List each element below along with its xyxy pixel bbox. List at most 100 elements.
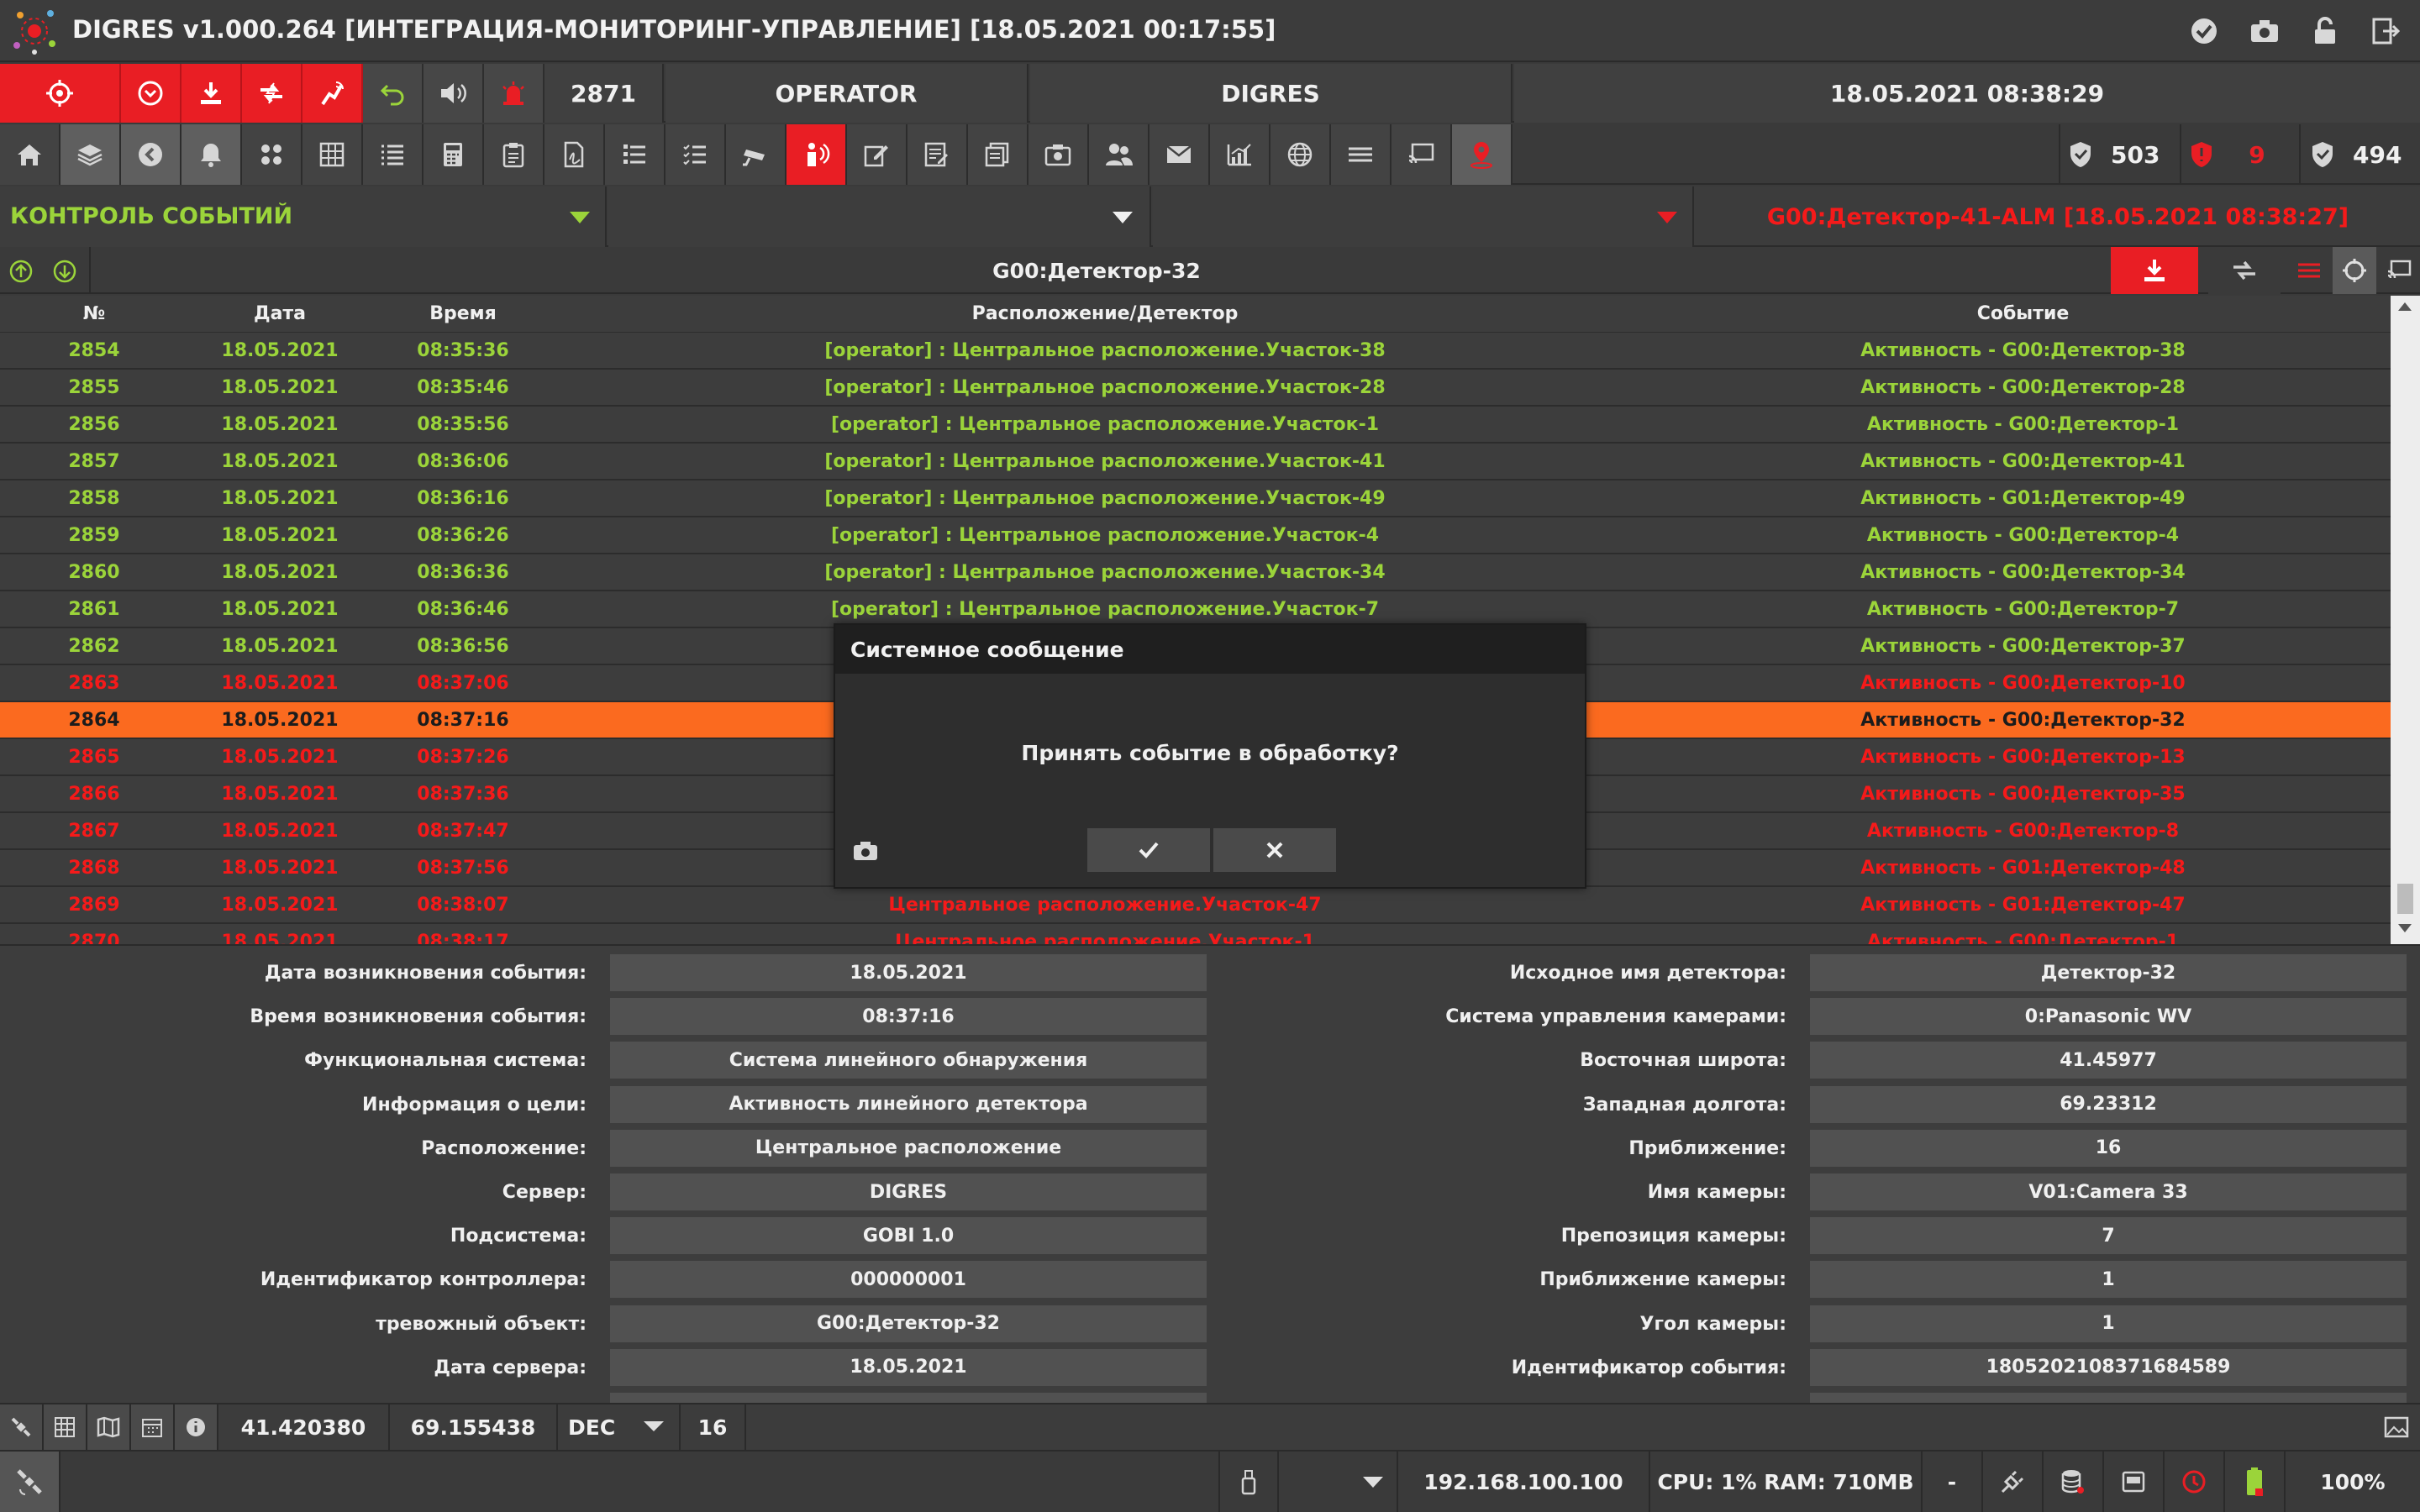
device-dropdown[interactable] <box>1279 1452 1398 1512</box>
people-signal-icon[interactable] <box>786 124 847 185</box>
layers-icon[interactable] <box>60 124 121 185</box>
alarm-dropdown[interactable] <box>1153 186 1694 247</box>
globe-icon[interactable] <box>1270 124 1331 185</box>
back-circle-icon[interactable] <box>121 124 182 185</box>
usb-icon[interactable] <box>1218 1452 1279 1512</box>
cast-icon[interactable] <box>2378 247 2420 294</box>
table-row[interactable]: 2870 18.05.2021 08:38:17 Центральное распол… <box>0 924 2391 945</box>
collapse-down-icon[interactable] <box>121 64 182 123</box>
checklist-icon[interactable] <box>666 124 726 185</box>
mode-dropdown[interactable]: КОНТРОЛЬ СОБЫТИЙ <box>0 186 607 247</box>
lines-icon[interactable] <box>1331 124 1392 185</box>
row-time: 08:37:36 <box>417 783 509 805</box>
signal-hand-icon[interactable] <box>302 64 363 123</box>
list-icon[interactable] <box>363 124 424 185</box>
calendar-icon[interactable] <box>131 1404 175 1450</box>
undo-icon[interactable] <box>363 64 424 123</box>
image-icon[interactable] <box>2380 1413 2413 1441</box>
home-icon[interactable] <box>0 124 60 185</box>
target-icon[interactable] <box>2333 247 2376 294</box>
accept-download-button[interactable] <box>2111 247 2198 294</box>
map-pin-icon[interactable] <box>1452 124 1512 185</box>
table-icon[interactable] <box>302 124 363 185</box>
check-circle-icon[interactable] <box>2185 12 2223 50</box>
calculator-icon[interactable] <box>424 124 484 185</box>
detail-label: Приближение: <box>1628 1137 1786 1159</box>
satellite-toggle-icon[interactable] <box>0 1452 60 1512</box>
scroll-up-icon[interactable] <box>7 257 35 286</box>
table-scrollbar[interactable] <box>2391 296 2420 944</box>
row-number: 2862 <box>68 635 120 657</box>
table-row[interactable]: 2857 18.05.2021 08:36:06 [operator] : Центр… <box>0 444 2391 480</box>
bell-icon[interactable] <box>182 124 242 185</box>
table-row[interactable]: 2854 18.05.2021 08:35:36 [operator] : Центр… <box>0 333 2391 370</box>
scroll-thumb[interactable] <box>2397 884 2413 914</box>
scroll-down-icon[interactable] <box>50 257 79 286</box>
numbered-list-icon[interactable] <box>605 124 666 185</box>
col-date[interactable]: Дата <box>188 303 371 324</box>
row-location: [operator] : Центральное расположение.Уч… <box>824 487 1386 509</box>
table-row[interactable]: 2860 18.05.2021 08:36:36 [operator] : Центр… <box>0 554 2391 591</box>
format-select[interactable]: DEC <box>558 1404 681 1450</box>
exit-icon[interactable] <box>2366 12 2405 50</box>
sync-arrows-icon[interactable] <box>242 64 302 123</box>
camera-icon[interactable] <box>850 838 881 864</box>
confirm-button[interactable] <box>1087 828 1210 872</box>
speaker-icon[interactable] <box>424 64 484 123</box>
col-time[interactable]: Время <box>371 303 555 324</box>
lock-icon[interactable] <box>2306 12 2344 50</box>
alarm-clock-icon[interactable] <box>2165 1452 2225 1512</box>
col-event[interactable]: Событие <box>1655 303 2391 324</box>
table-row[interactable]: 2856 18.05.2021 08:35:56 [operator] : Центр… <box>0 407 2391 444</box>
cancel-button[interactable] <box>1213 828 1336 872</box>
edit-icon[interactable] <box>847 124 908 185</box>
scroll-up-arrow-icon[interactable] <box>2398 302 2412 311</box>
database-icon[interactable] <box>2044 1452 2104 1512</box>
server-icon[interactable] <box>2104 1452 2165 1512</box>
stats-chart-icon[interactable] <box>1210 124 1270 185</box>
detail-value: V01:Camera 33 <box>1810 1173 2407 1210</box>
detail-label: Идентификатор контроллера: <box>260 1269 587 1291</box>
scroll-down-arrow-icon[interactable] <box>2398 924 2412 932</box>
map-icon[interactable] <box>87 1404 131 1450</box>
clipboard-icon[interactable] <box>484 124 544 185</box>
table-row[interactable]: 2855 18.05.2021 08:35:46 [operator] : Центр… <box>0 370 2391 407</box>
users-icon[interactable] <box>1089 124 1150 185</box>
row-time: 08:36:36 <box>417 561 509 583</box>
table-row[interactable]: 2859 18.05.2021 08:36:26 [operator] : Центр… <box>0 517 2391 554</box>
siren-icon[interactable] <box>484 64 544 123</box>
detail-label: Сервер: <box>502 1182 587 1203</box>
status-dash: - <box>1923 1452 1983 1512</box>
satellite-icon[interactable] <box>0 1404 44 1450</box>
detail-label: Информация о цели: <box>362 1094 587 1116</box>
table-row[interactable]: 2869 18.05.2021 08:38:07 Центральное распол… <box>0 887 2391 924</box>
cast-screen-icon[interactable] <box>1392 124 1452 185</box>
plug-icon[interactable] <box>1983 1452 2044 1512</box>
mode-label: КОНТРОЛЬ СОБЫТИЙ <box>10 203 293 229</box>
group-dropdown[interactable] <box>608 186 1151 247</box>
row-number: 2867 <box>68 820 120 842</box>
detail-value: Центральное расположение <box>610 1129 1207 1167</box>
camera-icon[interactable] <box>2245 12 2284 50</box>
pdf-icon[interactable] <box>544 124 605 185</box>
col-number[interactable]: № <box>0 303 188 324</box>
grid-dots-icon[interactable] <box>242 124 302 185</box>
row-event: Активность - G00:Детектор-1 <box>1866 413 2180 435</box>
photo-camera-icon[interactable] <box>1028 124 1089 185</box>
report-edit-icon[interactable] <box>908 124 968 185</box>
alarm-lines-icon[interactable] <box>2287 247 2331 294</box>
info-icon[interactable] <box>175 1404 218 1450</box>
detail-value: 0:Panasonic WV <box>1810 998 2407 1036</box>
clock: 18.05.2021 08:38:29 <box>1514 64 2420 123</box>
col-location[interactable]: Расположение/Детектор <box>555 303 1655 324</box>
documents-icon[interactable] <box>968 124 1028 185</box>
grid-icon[interactable] <box>44 1404 87 1450</box>
sync-icon[interactable] <box>2208 247 2281 294</box>
locate-target-button[interactable] <box>0 64 121 123</box>
table-row[interactable]: 2858 18.05.2021 08:36:16 [operator] : Центр… <box>0 480 2391 517</box>
download-icon[interactable] <box>182 64 242 123</box>
mail-icon[interactable] <box>1150 124 1210 185</box>
cctv-camera-icon[interactable] <box>726 124 786 185</box>
event-details-panel: Дата возникновения события: 18.05.2021 Вре… <box>0 944 2420 1430</box>
row-date: 18.05.2021 <box>221 561 339 583</box>
